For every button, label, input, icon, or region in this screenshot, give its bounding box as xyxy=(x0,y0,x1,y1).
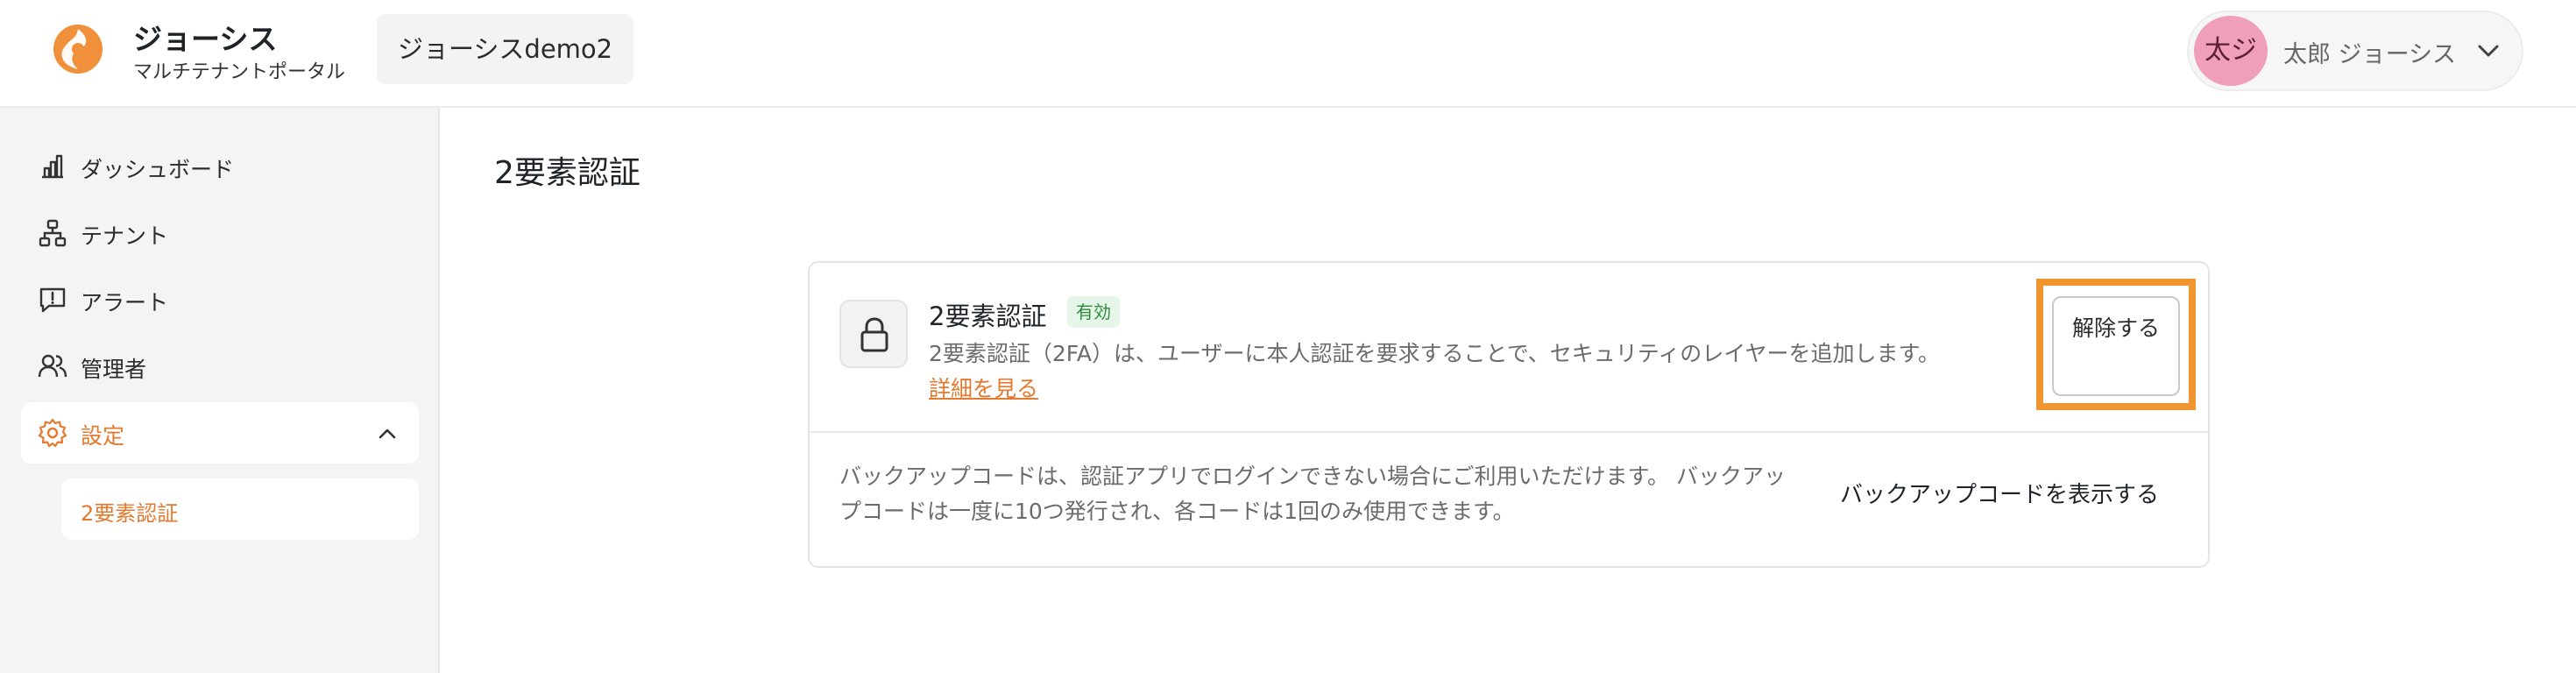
user-name: 太郎 ジョーシス xyxy=(2283,41,2457,68)
chevron-up-icon xyxy=(379,429,396,439)
lock-icon xyxy=(860,317,888,352)
users-icon xyxy=(38,354,67,378)
sidebar-item-admins[interactable]: 管理者 xyxy=(21,336,419,397)
gear-icon xyxy=(38,418,67,448)
two-factor-description-text: 2要素認証（2FA）は、ユーザーに本人認証を要求することで、セキュリティのレイヤ… xyxy=(929,341,1941,366)
lock-icon-box xyxy=(839,300,908,368)
alert-message-icon xyxy=(39,287,66,313)
brand-subtitle: マルチテナントポータル xyxy=(133,61,346,83)
sidebar-item-label: ダッシュボード xyxy=(81,157,235,182)
sidebar-subitem-2fa[interactable]: 2要素認証 xyxy=(61,478,419,540)
sidebar-subitem-label: 2要素認証 xyxy=(81,501,179,526)
learn-more-link[interactable]: 詳細を見る xyxy=(929,376,1038,401)
show-backup-codes-button[interactable]: バックアップコードを表示する xyxy=(1840,473,2159,517)
avatar: 太ジ xyxy=(2194,16,2268,86)
user-menu[interactable]: 太ジ 太郎 ジョーシス xyxy=(2187,11,2523,91)
sidebar-item-label: テナント xyxy=(81,223,169,249)
two-factor-card: 2要素認証 有効 2要素認証（2FA）は、ユーザーに本人認証を要求することで、セ… xyxy=(808,261,2210,568)
sidebar-item-label: 管理者 xyxy=(81,357,147,382)
chevron-down-icon xyxy=(2478,45,2499,57)
bar-chart-icon xyxy=(42,154,63,179)
sidebar-item-label: アラート xyxy=(81,290,169,315)
sidebar-item-settings[interactable]: 設定 xyxy=(21,402,419,464)
divider xyxy=(810,431,2208,433)
sidebar-item-tenant[interactable]: テナント xyxy=(21,202,419,264)
two-factor-description: 2要素認証（2FA）は、ユーザーに本人認証を要求することで、セキュリティのレイヤ… xyxy=(929,336,1954,407)
tenant-switcher-button[interactable]: ジョーシスdemo2 xyxy=(377,14,634,84)
backup-code-description: バックアップコードは、認証アプリでログインできない場合にご利用いただけます。 バ… xyxy=(839,464,1786,524)
status-badge: 有効 xyxy=(1067,296,1120,328)
hierarchy-icon xyxy=(39,219,67,247)
sidebar-item-dashboard[interactable]: ダッシュボード xyxy=(21,136,419,197)
sidebar-item-alert[interactable]: アラート xyxy=(21,269,419,330)
disable-2fa-button[interactable]: 解除する xyxy=(2052,296,2180,396)
two-factor-title: 2要素認証 xyxy=(929,301,1047,331)
sidebar: ダッシュボード テナント アラート 管理者 設定 2要素認証 xyxy=(0,108,440,673)
brand-name: ジョーシス xyxy=(133,22,278,56)
top-header: ジョーシス マルチテナントポータル ジョーシスdemo2 太ジ 太郎 ジョーシス xyxy=(0,0,2576,108)
brand-logo xyxy=(53,25,103,74)
sidebar-item-label: 設定 xyxy=(81,423,125,449)
page-title: 2要素認証 xyxy=(494,155,640,191)
